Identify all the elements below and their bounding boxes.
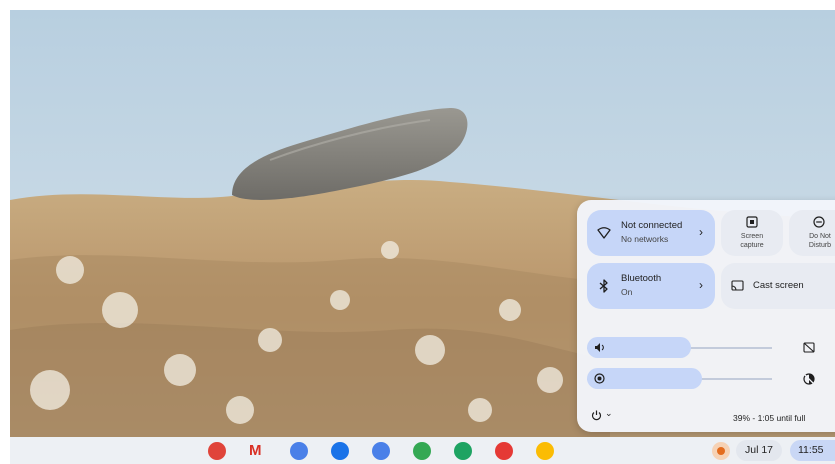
do-not-disturb-icon (813, 216, 825, 228)
power-icon (591, 410, 602, 421)
screen-capture-label: Screen capture (740, 233, 764, 249)
network-title: Not connected (621, 220, 683, 231)
meet-icon[interactable] (413, 442, 431, 460)
chevron-right-icon: › (699, 278, 703, 292)
network-subtitle: No networks (621, 234, 669, 244)
bluetooth-icon (599, 279, 608, 293)
bluetooth-title: Bluetooth (621, 273, 662, 284)
do-not-disturb-tile[interactable]: Do Not Disturb (789, 210, 835, 256)
power-menu-button[interactable]: ⌄ (591, 408, 619, 424)
cast-screen-tile[interactable]: Cast screen (721, 263, 835, 309)
files-icon[interactable] (331, 442, 349, 460)
night-light-icon[interactable] (803, 373, 815, 385)
bluetooth-subtitle: On (621, 287, 633, 297)
status-area[interactable]: 11:55 (790, 440, 835, 461)
screen-capture-icon (746, 216, 758, 228)
shelf: M Jul 17 11:55 (10, 437, 835, 464)
chrome-icon[interactable] (208, 442, 226, 460)
cast-screen-label: Cast screen (753, 280, 804, 291)
record-dot-icon (717, 447, 725, 455)
play-store-icon[interactable] (454, 442, 472, 460)
mute-camera-icon[interactable] (803, 342, 815, 353)
do-not-disturb-label: Do Not Disturb (808, 233, 832, 249)
photos-icon[interactable] (536, 442, 554, 460)
battery-status: 39% - 1:05 until full (733, 413, 806, 423)
wifi-off-icon (597, 227, 611, 239)
date-tray[interactable]: Jul 17 (736, 440, 783, 461)
brightness-icon (594, 373, 605, 384)
screen-capture-tile[interactable]: Screen capture (721, 210, 783, 256)
chevron-right-icon: › (699, 225, 703, 239)
youtube-icon[interactable] (495, 442, 513, 460)
quick-settings-panel: Not connected No networks › Screen captu… (577, 200, 835, 432)
network-tile[interactable]: Not connected No networks › (587, 210, 715, 256)
bluetooth-tile[interactable]: Bluetooth On › (587, 263, 715, 309)
gmail-icon[interactable]: M (249, 442, 267, 460)
volume-icon (595, 343, 604, 352)
chevron-down-icon: ⌄ (605, 408, 613, 418)
clock: 11:55 (798, 444, 824, 456)
screen-record-indicator[interactable] (712, 442, 730, 460)
desktop: Not connected No networks › Screen captu… (10, 10, 835, 464)
messages-icon[interactable] (372, 442, 390, 460)
cast-icon (731, 280, 744, 291)
calendar-icon[interactable] (290, 442, 308, 460)
